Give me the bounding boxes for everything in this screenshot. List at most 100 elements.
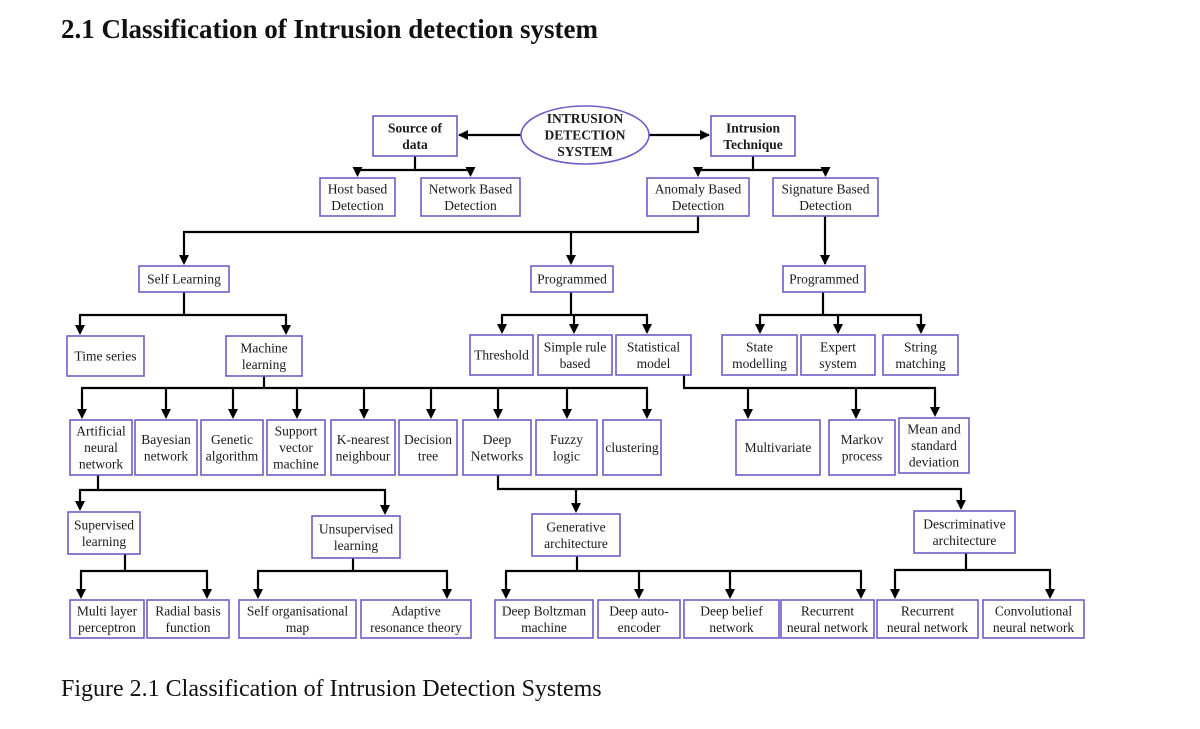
- node-label: system: [819, 356, 857, 371]
- node-genetic: Geneticalgorithm: [200, 419, 264, 476]
- node-label: K-nearest: [337, 432, 390, 447]
- arrow-deep_networks: [493, 409, 503, 419]
- node-label: Decision: [404, 432, 452, 447]
- node-label: machine: [273, 457, 319, 472]
- node-label: algorithm: [206, 448, 259, 463]
- node-rnn-gen: Recurrent neural network: [780, 599, 875, 639]
- node-label: State: [746, 339, 773, 354]
- node-label: Supervised: [74, 517, 134, 532]
- node-technique: Intrusion Technique: [710, 115, 796, 157]
- arrow-dbm: [501, 589, 511, 599]
- node-rnn-disc: Recurrent neural network: [876, 599, 979, 639]
- node-label: model: [637, 356, 671, 371]
- node-signature: Signature Based Detection: [772, 177, 879, 217]
- node-markov: Markovprocess: [828, 419, 896, 476]
- node-label: network: [144, 448, 188, 463]
- node-dbn: Deep belief network: [683, 599, 780, 639]
- arrow-som: [253, 589, 263, 599]
- node-self-learning: Self Learning: [138, 265, 230, 293]
- node-programmed-a: Programmed: [530, 265, 614, 293]
- node-label: Convolutional: [995, 603, 1072, 618]
- arrow-machine_learning: [281, 325, 291, 335]
- node-label: Programmed: [789, 272, 859, 287]
- node-label: Artificial: [76, 424, 126, 439]
- node-cnn: Convolutional neural network: [982, 599, 1085, 639]
- arrow-statistical: [642, 324, 652, 334]
- node-label: network: [709, 620, 753, 635]
- node-decision-tree: Decisiontree: [398, 419, 458, 476]
- node-label: Adaptive: [391, 603, 441, 618]
- node-host: Host based Detection: [319, 177, 396, 217]
- node-label: based: [560, 356, 591, 371]
- node-label: network: [79, 457, 123, 472]
- node-label: Support: [275, 424, 318, 439]
- node-label: Anomaly Based: [655, 181, 742, 196]
- arrow-knn: [359, 409, 369, 419]
- arrow-expert_system: [833, 324, 843, 334]
- arrow-art: [442, 589, 452, 599]
- node-label: encoder: [618, 620, 661, 635]
- node-label: String: [904, 339, 937, 354]
- node-simple-rule: Simple rule based: [537, 334, 613, 376]
- node-label: Multi layer: [77, 603, 138, 618]
- arrow-discriminative: [956, 500, 966, 510]
- node-label: Intrusion: [726, 120, 781, 135]
- node-art: Adaptive resonance theory: [360, 599, 472, 639]
- arrow-programmed_s: [820, 255, 830, 265]
- arrow-rbf: [202, 589, 212, 599]
- node-label: Bayesian: [141, 432, 191, 447]
- arrow-source: [458, 130, 468, 140]
- node-label: Signature Based: [781, 181, 869, 196]
- node-label: Detection: [444, 198, 497, 213]
- node-label: process: [842, 448, 883, 463]
- node-label: Fuzzy: [550, 432, 583, 447]
- node-unsupervised: Unsupervised learning: [311, 515, 401, 559]
- node-rbf: Radial basis function: [146, 599, 230, 639]
- arrow-bayesian: [161, 409, 171, 419]
- node-label: Recurrent: [901, 603, 954, 618]
- node-label: Time series: [74, 349, 136, 364]
- node-mean-sd: Mean andstandard deviation: [898, 417, 970, 474]
- node-label: vector: [279, 440, 313, 455]
- node-label: Multivariate: [745, 440, 812, 455]
- node-programmed-s: Programmed: [782, 265, 866, 293]
- node-label: perceptron: [78, 620, 136, 635]
- node-label: INTRUSION: [547, 111, 624, 126]
- arrow-dae: [634, 589, 644, 599]
- node-label: Deep belief: [700, 603, 763, 618]
- arrow-state_modelling: [755, 324, 765, 334]
- node-label: tree: [418, 448, 438, 463]
- arrow-signature: [820, 167, 831, 177]
- node-clustering: clustering: [602, 419, 662, 476]
- arrow-clustering: [642, 409, 652, 419]
- node-label: Detection: [331, 198, 384, 213]
- arrow-host: [352, 167, 363, 177]
- node-supervised: Supervised learning: [67, 511, 141, 555]
- node-label: learning: [242, 357, 286, 372]
- node-ids: INTRUSION DETECTIONSYSTEM: [520, 105, 650, 165]
- node-label: Detection: [799, 198, 852, 213]
- arrow-generative: [571, 503, 581, 513]
- node-label: modelling: [732, 356, 787, 371]
- node-bayesian: Bayesiannetwork: [134, 419, 198, 476]
- arrow-technique: [700, 130, 710, 140]
- node-mlp: Multi layer perceptron: [69, 599, 145, 639]
- node-label: Detection: [672, 198, 725, 213]
- figure-caption: Figure 2.1 Classification of Intrusion D…: [61, 676, 602, 702]
- node-label: data: [402, 137, 428, 152]
- node-label: Generative: [546, 519, 605, 534]
- node-label: architecture: [544, 536, 608, 551]
- arrow-programmed_a: [566, 255, 576, 265]
- node-label: Descriminative: [923, 516, 1005, 531]
- node-label: Deep auto-: [609, 603, 669, 618]
- node-label: Unsupervised: [319, 521, 393, 536]
- node-label: learning: [82, 534, 126, 549]
- node-label: logic: [553, 448, 580, 463]
- node-label: Programmed: [537, 272, 607, 287]
- node-label: Self organisational: [247, 603, 349, 618]
- node-label: Machine: [240, 340, 287, 355]
- node-label: neural network: [887, 620, 969, 635]
- node-label: Radial basis: [155, 603, 221, 618]
- arrow-supervised: [75, 501, 85, 511]
- arrow-mlp: [76, 589, 86, 599]
